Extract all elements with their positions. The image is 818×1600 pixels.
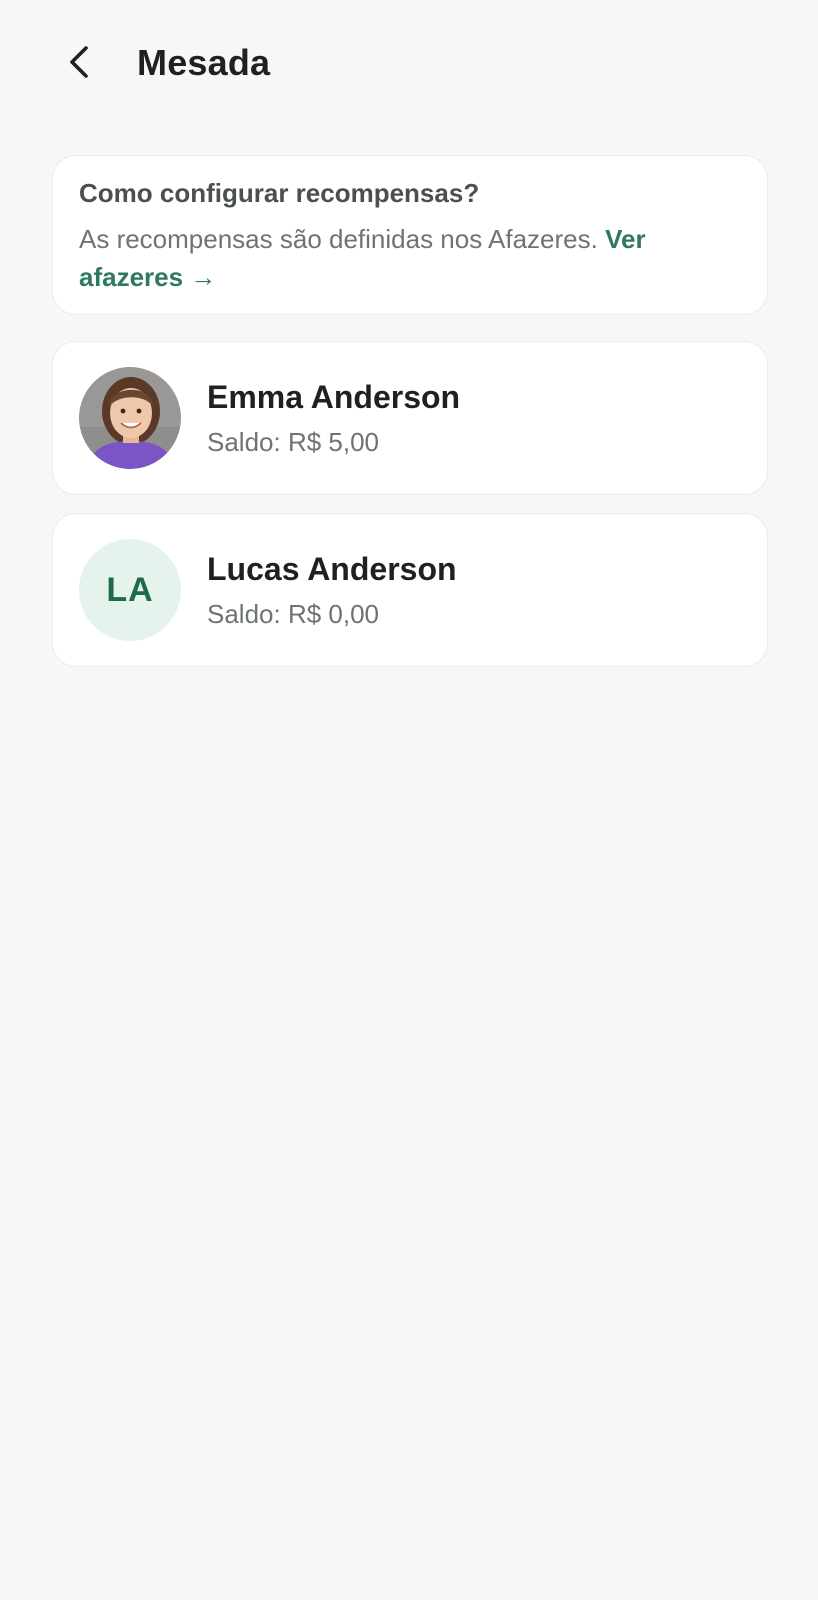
- member-name: Lucas Anderson: [207, 551, 457, 587]
- member-card-lucas[interactable]: LA Lucas Anderson Saldo: R$ 0,00: [52, 513, 768, 667]
- member-info: Emma Anderson Saldo: R$ 5,00: [207, 377, 460, 459]
- profile-photo-icon: [79, 367, 181, 469]
- app-header: Mesada: [0, 0, 818, 130]
- back-button[interactable]: [58, 40, 102, 84]
- chevron-left-icon: [70, 46, 88, 78]
- info-card-title: Como configurar recompensas?: [79, 178, 480, 208]
- info-card-description: As recompensas são definidas nos Afazere…: [79, 224, 598, 254]
- member-card-emma[interactable]: Emma Anderson Saldo: R$ 5,00: [52, 341, 768, 495]
- info-card: Como configurar recompensas? As recompen…: [52, 155, 768, 315]
- member-info: Lucas Anderson Saldo: R$ 0,00: [207, 549, 457, 631]
- member-balance: Saldo: R$ 5,00: [207, 427, 380, 457]
- avatar-initials: LA: [79, 539, 181, 641]
- member-name: Emma Anderson: [207, 379, 461, 415]
- avatar: [79, 367, 181, 469]
- member-balance: Saldo: R$ 0,00: [207, 599, 380, 629]
- info-card-text: As recompensas são definidas nos Afazere…: [79, 220, 741, 296]
- page-title: Mesada: [137, 42, 271, 83]
